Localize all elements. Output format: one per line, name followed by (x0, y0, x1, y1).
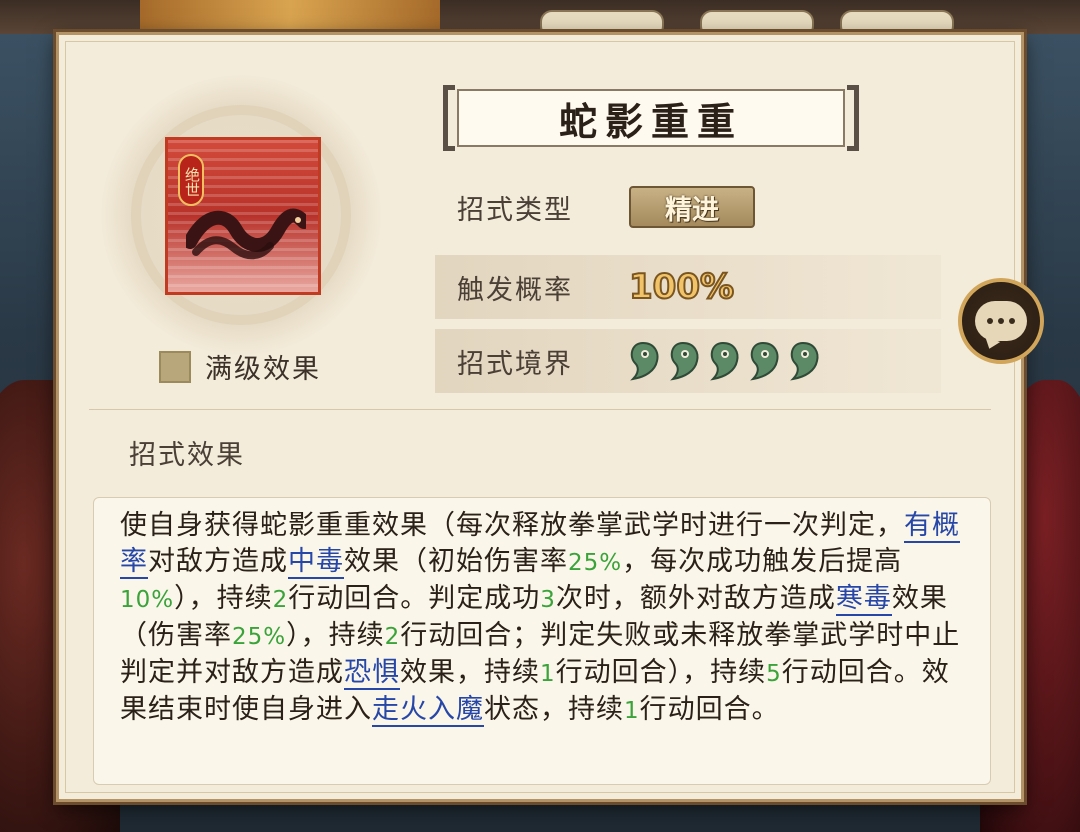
effect-number: 2 (272, 587, 289, 613)
max-level-toggle[interactable]: 满级效果 (159, 347, 321, 386)
effect-text-segment: 行动回合），持续 (555, 657, 767, 688)
chat-button[interactable] (958, 278, 1044, 364)
bracket-right (847, 85, 859, 151)
effect-text-segment: ），持续 (174, 583, 273, 614)
keyword-link[interactable]: 恐惧 (344, 657, 400, 690)
effect-description-box: 使自身获得蛇影重重效果（每次释放拳掌武学时进行一次判定，有概率对敌方造成中毒效果… (93, 497, 991, 785)
snake-icon (186, 208, 306, 260)
effect-number: 1 (540, 661, 556, 687)
effect-number: 10% (120, 587, 175, 613)
magatama-icon (750, 341, 779, 381)
effect-text-segment: 行动回合。 (639, 694, 780, 725)
trigger-rate-row: 触发概率 100% (435, 255, 941, 319)
magatama-icon (790, 341, 819, 381)
effect-text-segment: 行动回合。判定成功 (288, 583, 541, 614)
effect-text-segment: 对敌方造成 (148, 546, 288, 577)
effect-text-segment: 效果，持续 (400, 657, 540, 688)
keyword-link[interactable]: 中毒 (288, 546, 344, 579)
effect-text-segment: ，每次成功触发后提高 (622, 546, 903, 577)
effect-text-segment: 状态，持续 (484, 694, 624, 725)
trigger-rate-value: 100% (628, 266, 735, 308)
effect-number: 3 (540, 587, 556, 613)
magatama-icon (630, 341, 659, 381)
skill-rarity-tag: 绝世 (178, 154, 204, 206)
skill-title-box: 蛇影重重 (443, 85, 859, 151)
effect-heading: 招式效果 (129, 440, 245, 471)
effect-text-segment: 效果（初始伤害率 (344, 546, 568, 577)
trigger-rate-label: 触发概率 (457, 274, 573, 306)
skill-name: 蛇影重重 (558, 98, 743, 144)
skill-realm-label: 招式境界 (457, 348, 573, 380)
skill-type-label: 招式类型 (457, 194, 573, 226)
chat-bubble-icon (975, 301, 1027, 341)
effect-text-segment: ），持续 (286, 620, 385, 651)
keyword-link[interactable]: 走火入魔 (372, 694, 484, 727)
effect-number: 25% (568, 550, 623, 576)
max-level-label: 满级效果 (205, 354, 321, 385)
divider (89, 409, 991, 410)
skill-icon: 绝世 (165, 137, 321, 295)
keyword-link[interactable]: 寒毒 (835, 583, 892, 616)
skill-realm-row: 招式境界 (435, 329, 941, 393)
background-card (140, 0, 440, 32)
checkbox-icon[interactable] (159, 350, 191, 383)
effect-number: 1 (624, 698, 640, 724)
effect-number: 2 (384, 624, 401, 650)
bracket-left (443, 85, 455, 151)
magatama-icon (710, 341, 739, 381)
skill-type-badge: 精进 (629, 186, 755, 228)
skill-type-row: 招式类型 精进 (435, 175, 941, 239)
effect-number: 5 (766, 661, 782, 687)
effect-description: 使自身获得蛇影重重效果（每次释放拳掌武学时进行一次判定，有概率对敌方造成中毒效果… (120, 508, 968, 729)
magatama-icon (670, 341, 699, 381)
effect-text-segment: 次时，额外对敌方造成 (555, 583, 836, 614)
effect-text-segment: 使自身获得蛇影重重效果（每次释放拳掌武学时进行一次判定， (120, 510, 904, 541)
realm-level-indicator (625, 341, 820, 381)
skill-detail-panel: 绝世 满级效果 蛇影重重 招式类型 精进 触发概率 100% 招式境界 招式效果… (56, 32, 1024, 802)
effect-number: 25% (232, 624, 287, 650)
